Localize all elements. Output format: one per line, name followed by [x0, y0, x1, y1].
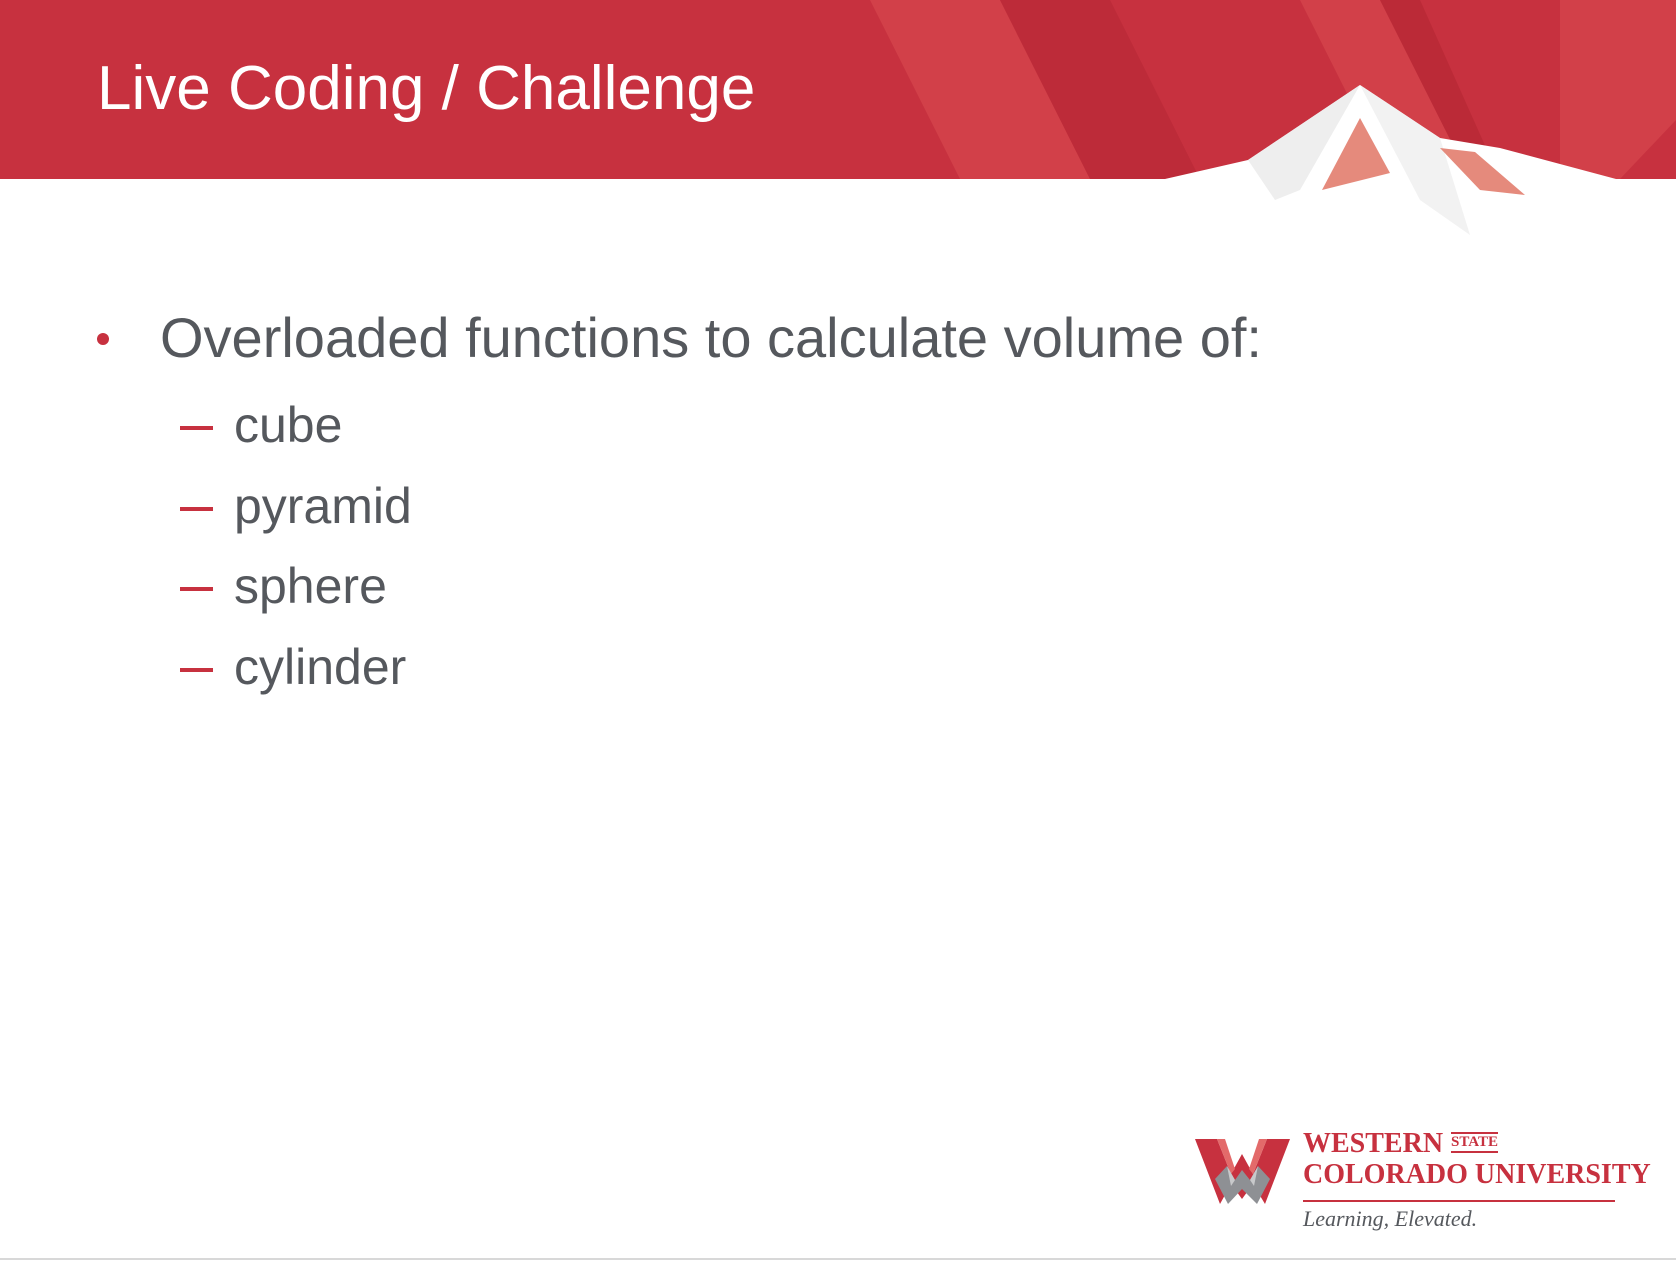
bullet-dot-icon: [97, 333, 109, 345]
sub-item-text: pyramid: [234, 478, 412, 534]
sub-item-text: sphere: [234, 558, 387, 614]
dash-icon: [180, 587, 213, 591]
header-banner: [0, 0, 1676, 260]
slide: Live Coding / Challenge Overloaded funct…: [0, 0, 1676, 1262]
logo-tagline: Learning, Elevated.: [1303, 1206, 1478, 1231]
logo-colorado-university: COLORADO UNIVERSITY: [1303, 1159, 1651, 1190]
university-logo: WESTERN STATE COLORADO UNIVERSITY Learnin…: [1195, 1128, 1651, 1240]
bottom-divider: [0, 1258, 1676, 1260]
dash-icon: [180, 668, 213, 672]
dash-icon: [180, 426, 213, 430]
bullet-text: Overloaded functions to calculate volume…: [160, 306, 1262, 369]
logo-western: WESTERN: [1303, 1128, 1444, 1159]
logo-state: STATE: [1451, 1132, 1499, 1153]
sub-item-text: cube: [234, 397, 343, 453]
slide-title: Live Coding / Challenge: [97, 54, 756, 123]
sub-item-text: cylinder: [234, 639, 407, 695]
w-mountain-logo-icon: [1195, 1139, 1290, 1204]
logo-divider: [1303, 1200, 1615, 1202]
dash-icon: [180, 507, 213, 511]
